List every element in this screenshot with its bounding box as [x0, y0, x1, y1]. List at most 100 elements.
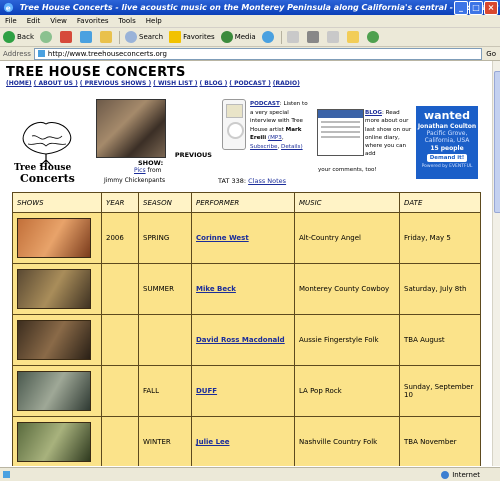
blog-screenshot[interactable] [317, 109, 364, 156]
nav-home[interactable]: (HOME) [6, 80, 32, 87]
performer-link[interactable]: Mike Beck [196, 285, 236, 293]
nav-podcast[interactable]: ( PODCAST ) [229, 80, 271, 87]
minimize-button[interactable]: _ [454, 1, 468, 15]
podcast-subscribe-link[interactable]: Subscribe [250, 144, 277, 150]
scrollbar-thumb[interactable] [494, 71, 500, 213]
forward-arrow-icon [40, 31, 52, 43]
blog-screenshot-header [318, 110, 363, 118]
vertical-scrollbar[interactable] [492, 61, 500, 466]
previous-show-caption: PREVIOUS SHOW: Pics from Jimmy Chickenpa… [96, 151, 216, 184]
zone-label: Internet [452, 470, 480, 479]
season-cell: SPRING [138, 212, 192, 264]
eventful-ad[interactable]: wanted Jonathan Coulton Pacific Grove, C… [416, 106, 478, 179]
music-cell: Alt-Country Angel [294, 212, 400, 264]
nav-previous-shows[interactable]: ( PREVIOUS SHOWS ) [80, 80, 151, 87]
folder-button[interactable] [344, 29, 364, 45]
ad-place: Pacific Grove, California, USA [424, 130, 470, 144]
back-arrow-icon [3, 31, 15, 43]
back-button[interactable]: Back [0, 29, 37, 45]
performer-link[interactable]: Julie Lee [196, 438, 230, 446]
menu-edit[interactable]: Edit [22, 17, 46, 25]
blog-tail: your comments, too! [318, 167, 377, 173]
media-button[interactable]: Media [218, 29, 259, 45]
header-music: MUSIC [294, 192, 400, 213]
class-notes-link[interactable]: Class Notes [248, 177, 286, 185]
messenger-icon [366, 31, 379, 43]
music-cell: Monterey County Cowboy [294, 263, 400, 315]
performer-photo[interactable] [17, 371, 91, 411]
print-button[interactable] [304, 29, 324, 45]
mail-button[interactable] [284, 29, 304, 45]
podcast-details-link[interactable]: Details) [281, 144, 303, 150]
performer-cell: David Ross Macdonald [191, 314, 295, 366]
forward-button[interactable] [37, 29, 57, 45]
history-button[interactable] [259, 29, 279, 45]
menu-view[interactable]: View [45, 17, 72, 25]
search-icon [125, 31, 137, 43]
shows-table: SHOWS YEAR SEASON PERFORMER MUSIC DATE 2… [12, 192, 481, 466]
performer-photo[interactable] [17, 269, 91, 309]
podcast-mp3-link[interactable]: (MP3 [268, 135, 282, 141]
favorites-button[interactable]: Favorites [166, 29, 218, 45]
media-icon [220, 31, 233, 43]
season-cell: SUMMER [138, 263, 192, 315]
close-button[interactable]: × [484, 1, 498, 15]
search-button[interactable]: Search [122, 29, 166, 45]
date-cell: TBA November [399, 416, 481, 466]
year-cell [101, 365, 139, 417]
edit-button[interactable] [324, 29, 344, 45]
stop-button[interactable] [57, 29, 77, 45]
performer-photo[interactable] [17, 218, 91, 258]
show-thumb-cell [12, 416, 102, 466]
address-bar: Address http://www.treehouseconcerts.org… [0, 47, 500, 61]
performer-cell: Julie Lee [191, 416, 295, 466]
show-label: SHOW: [138, 159, 164, 167]
favorites-label: Favorites [183, 33, 215, 41]
browser-toolbar: Back Search Favorites Media [0, 28, 500, 47]
performer-cell: Corinne West [191, 212, 295, 264]
go-button[interactable]: Go [482, 50, 500, 58]
search-label: Search [139, 33, 164, 41]
menu-tools[interactable]: Tools [114, 17, 141, 25]
tree-house-logo: Tree House Concerts [14, 121, 75, 184]
nav-about-us[interactable]: ( ABOUT US ) [34, 80, 78, 87]
ipod-wheel [227, 122, 244, 139]
tat-line: TAT 338: Class Notes [218, 177, 286, 185]
menu-favorites[interactable]: Favorites [72, 17, 114, 25]
address-input[interactable]: http://www.treehouseconcerts.org [33, 47, 483, 60]
previous-show-photo[interactable] [96, 99, 166, 158]
performer-link[interactable]: Corinne West [196, 234, 249, 242]
messenger-button[interactable] [364, 29, 384, 45]
nav-blog[interactable]: ( BLOG ) [199, 80, 227, 87]
maximize-button[interactable]: □ [469, 1, 483, 15]
show-thumb-cell [12, 365, 102, 417]
pics-link[interactable]: Pics [134, 167, 146, 174]
header-performer: PERFORMER [191, 192, 295, 213]
nav-wish-list[interactable]: ( WISH LIST ) [153, 80, 197, 87]
performer-link[interactable]: David Ross Macdonald [196, 336, 285, 344]
nav-radio[interactable]: (RADIO) [273, 80, 300, 87]
menu-help[interactable]: Help [141, 17, 167, 25]
performer-photo[interactable] [17, 320, 91, 360]
podcast-link[interactable]: PODCAST [250, 101, 280, 107]
back-label: Back [17, 33, 34, 41]
site-nav: (HOME) ( ABOUT US ) ( PREVIOUS SHOWS ) (… [6, 80, 300, 87]
performer-link[interactable]: DUFF [196, 387, 217, 395]
table-row: David Ross Macdonald Aussie Fingerstyle … [12, 314, 481, 366]
blog-blurb: BLOG: Read more about our last show on o… [365, 110, 412, 158]
menu-file[interactable]: File [0, 17, 22, 25]
ad-count: 15 people [430, 145, 464, 152]
refresh-button[interactable] [77, 29, 97, 45]
show-thumb-cell [12, 212, 102, 264]
stop-icon [60, 31, 72, 43]
show-thumb-cell [12, 263, 102, 315]
date-cell: Friday, May 5 [399, 212, 481, 264]
media-label: Media [234, 33, 256, 41]
performer-photo[interactable] [17, 422, 91, 462]
ad-footer: Powered by EVENTFUL [421, 164, 473, 169]
home-button[interactable] [97, 29, 117, 45]
demand-it-button[interactable]: Demand it! [426, 154, 468, 162]
window-title: Tree House Concerts - live acoustic musi… [19, 3, 500, 12]
header-shows: SHOWS [12, 192, 102, 213]
blog-link[interactable]: BLOG [365, 110, 382, 116]
